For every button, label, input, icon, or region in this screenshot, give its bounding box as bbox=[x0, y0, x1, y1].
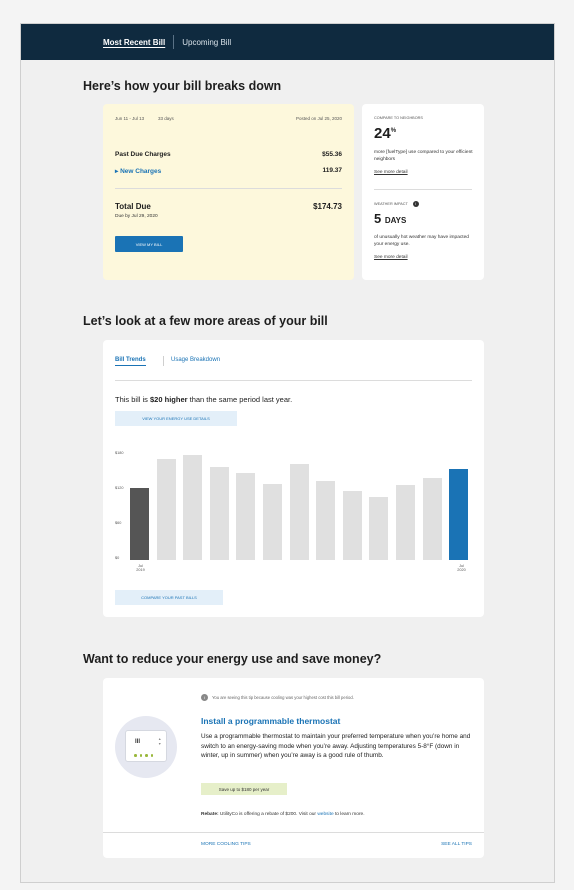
chart-bar[interactable] bbox=[130, 488, 149, 560]
trend-statement: This bill is $20 higher than the same pe… bbox=[115, 395, 292, 404]
tip-notice: i You are seeing this tip because coolin… bbox=[201, 694, 354, 701]
x-tick-first: Jul 2019 bbox=[134, 564, 147, 572]
weather-label-text: WEATHER IMPACT bbox=[374, 202, 408, 206]
neighbors-detail-link[interactable]: See more detail bbox=[374, 170, 408, 175]
more-cooling-tips-link[interactable]: MORE COOLING TIPS bbox=[201, 842, 251, 847]
chart-bar[interactable] bbox=[369, 497, 389, 560]
weather-number: 5 bbox=[374, 211, 382, 226]
thermostat-arrows-icon: ▲ ▼ bbox=[158, 737, 162, 746]
info-icon[interactable]: i bbox=[412, 201, 419, 207]
new-charges-label: New Charges bbox=[120, 168, 162, 175]
rebate-label: Rebate: bbox=[201, 812, 219, 817]
neighbors-unit: % bbox=[390, 128, 397, 134]
tab-usage-breakdown[interactable]: Usage Breakdown bbox=[171, 357, 220, 363]
thermostat-dots bbox=[134, 754, 153, 757]
chart-bar[interactable] bbox=[156, 459, 176, 560]
chart-bar[interactable] bbox=[316, 480, 336, 560]
tip-notice-text: You are seeing this tip because cooling … bbox=[212, 695, 354, 700]
thermostat-icon: III ▲ ▼ bbox=[125, 730, 167, 762]
x-tick-last: Jul 2020 bbox=[455, 564, 468, 572]
tip-title: Install a programmable thermostat bbox=[201, 716, 341, 726]
see-all-tips-link[interactable]: SEE ALL TIPS bbox=[441, 842, 472, 847]
tips-heading: Want to reduce your energy use and save … bbox=[83, 652, 382, 666]
summary-divider bbox=[115, 188, 342, 189]
new-charges-value: 119.37 bbox=[322, 167, 342, 174]
y-tick-label: $120 bbox=[115, 486, 124, 490]
bars-area bbox=[130, 448, 475, 560]
energy-tip-card: i You are seeing this tip because coolin… bbox=[103, 678, 484, 858]
view-bill-button[interactable]: VIEW MY BILL bbox=[115, 236, 183, 252]
y-tick-label: $0 bbox=[115, 556, 120, 560]
thermostat-illustration: III ▲ ▼ bbox=[115, 716, 177, 778]
chart-bar[interactable] bbox=[263, 484, 282, 560]
tip-body: Use a programmable thermostat to maintai… bbox=[201, 733, 471, 759]
statement-post: than the same period last year. bbox=[187, 395, 293, 404]
neighbors-desc: more [fuelType] use compared to your eff… bbox=[374, 150, 473, 162]
neighbors-value: 24% bbox=[374, 125, 396, 142]
chart-bar[interactable] bbox=[289, 463, 309, 560]
weather-detail-link[interactable]: See more detail bbox=[374, 255, 408, 260]
bill-trends-card: Bill Trends Usage Breakdown This bill is… bbox=[103, 340, 484, 617]
statement-highlight: $20 higher bbox=[150, 395, 188, 404]
total-due-value: $174.73 bbox=[313, 202, 342, 211]
tab-divider bbox=[173, 35, 175, 49]
bill-days: 33 days bbox=[158, 116, 174, 121]
view-energy-use-button[interactable]: VIEW YOUR ENERGY USE DETAILS bbox=[115, 411, 237, 426]
y-tick-label: $60 bbox=[115, 521, 122, 525]
chart-bar[interactable] bbox=[422, 477, 442, 560]
neighbors-number: 24 bbox=[374, 125, 391, 142]
top-nav: Most Recent Bill Upcoming Bill bbox=[21, 24, 554, 60]
info-icon: i bbox=[201, 694, 208, 701]
chart-bar[interactable] bbox=[342, 490, 362, 560]
statement-pre: This bill is bbox=[115, 395, 151, 404]
compare-past-bills-button[interactable]: COMPARE YOUR PAST BILLS bbox=[115, 590, 223, 605]
areas-heading: Let’s look at a few more areas of your b… bbox=[83, 314, 328, 328]
new-charges-toggle[interactable]: ▸ New Charges bbox=[115, 167, 161, 175]
neighbors-label: COMPARE TO NEIGHBORS bbox=[374, 116, 423, 120]
chart-bar[interactable] bbox=[236, 473, 256, 560]
past-due-label: Past Due Charges bbox=[115, 151, 171, 158]
weather-unit: DAYS bbox=[384, 216, 407, 225]
chevron-right-icon: ▸ bbox=[115, 168, 119, 175]
chart-bar[interactable] bbox=[396, 485, 415, 560]
weather-label: WEATHER IMPACT i bbox=[374, 201, 419, 207]
bill-period: Jun 11 - Jul 13 bbox=[115, 116, 145, 121]
breakdown-heading: Here’s how your bill breaks down bbox=[83, 79, 282, 93]
rebate-text: Rebate: UtilityCo is offering a rebate o… bbox=[201, 812, 365, 817]
tab-divider bbox=[163, 356, 164, 366]
x-tick-last-year: 2020 bbox=[457, 568, 466, 572]
insights-divider bbox=[374, 189, 472, 190]
past-due-value: $55.36 bbox=[322, 151, 342, 158]
rebate-post: to learn more. bbox=[333, 812, 365, 817]
weather-value: 5 DAYS bbox=[374, 211, 406, 226]
thermostat-display: III bbox=[135, 739, 141, 745]
bill-summary-card: Jun 11 - Jul 13 33 days Posted on Jul 25… bbox=[103, 104, 354, 280]
tip-footer-divider bbox=[103, 832, 484, 833]
rebate-pre: UtilityCo is offering a rebate of $200. … bbox=[218, 812, 318, 817]
chart-bar[interactable] bbox=[183, 455, 203, 560]
chart-bar[interactable] bbox=[209, 466, 229, 560]
due-date: Due by Jul 29, 2020 bbox=[115, 214, 158, 219]
posted-date: Posted on Jul 25, 2020 bbox=[295, 116, 342, 121]
insights-card: COMPARE TO NEIGHBORS 24% more [fuelType]… bbox=[362, 104, 484, 280]
tab-bill-trends[interactable]: Bill Trends bbox=[115, 357, 146, 366]
rebate-website-link[interactable]: website bbox=[317, 812, 333, 817]
total-due-label: Total Due bbox=[115, 202, 151, 211]
x-tick-first-year: 2019 bbox=[136, 568, 145, 572]
savings-badge: Save up to $180 per year bbox=[201, 783, 287, 795]
bill-trends-chart: $180 $120 $60 $0 Jul 2019 Jul 2020 bbox=[103, 448, 484, 588]
tab-most-recent-bill[interactable]: Most Recent Bill bbox=[103, 38, 165, 47]
chart-bar[interactable] bbox=[449, 468, 469, 560]
y-tick-label: $180 bbox=[115, 451, 124, 455]
weather-desc: of unusually hot weather may have impact… bbox=[374, 235, 469, 247]
tab-upcoming-bill[interactable]: Upcoming Bill bbox=[182, 38, 231, 47]
tabs-divider bbox=[115, 380, 472, 381]
